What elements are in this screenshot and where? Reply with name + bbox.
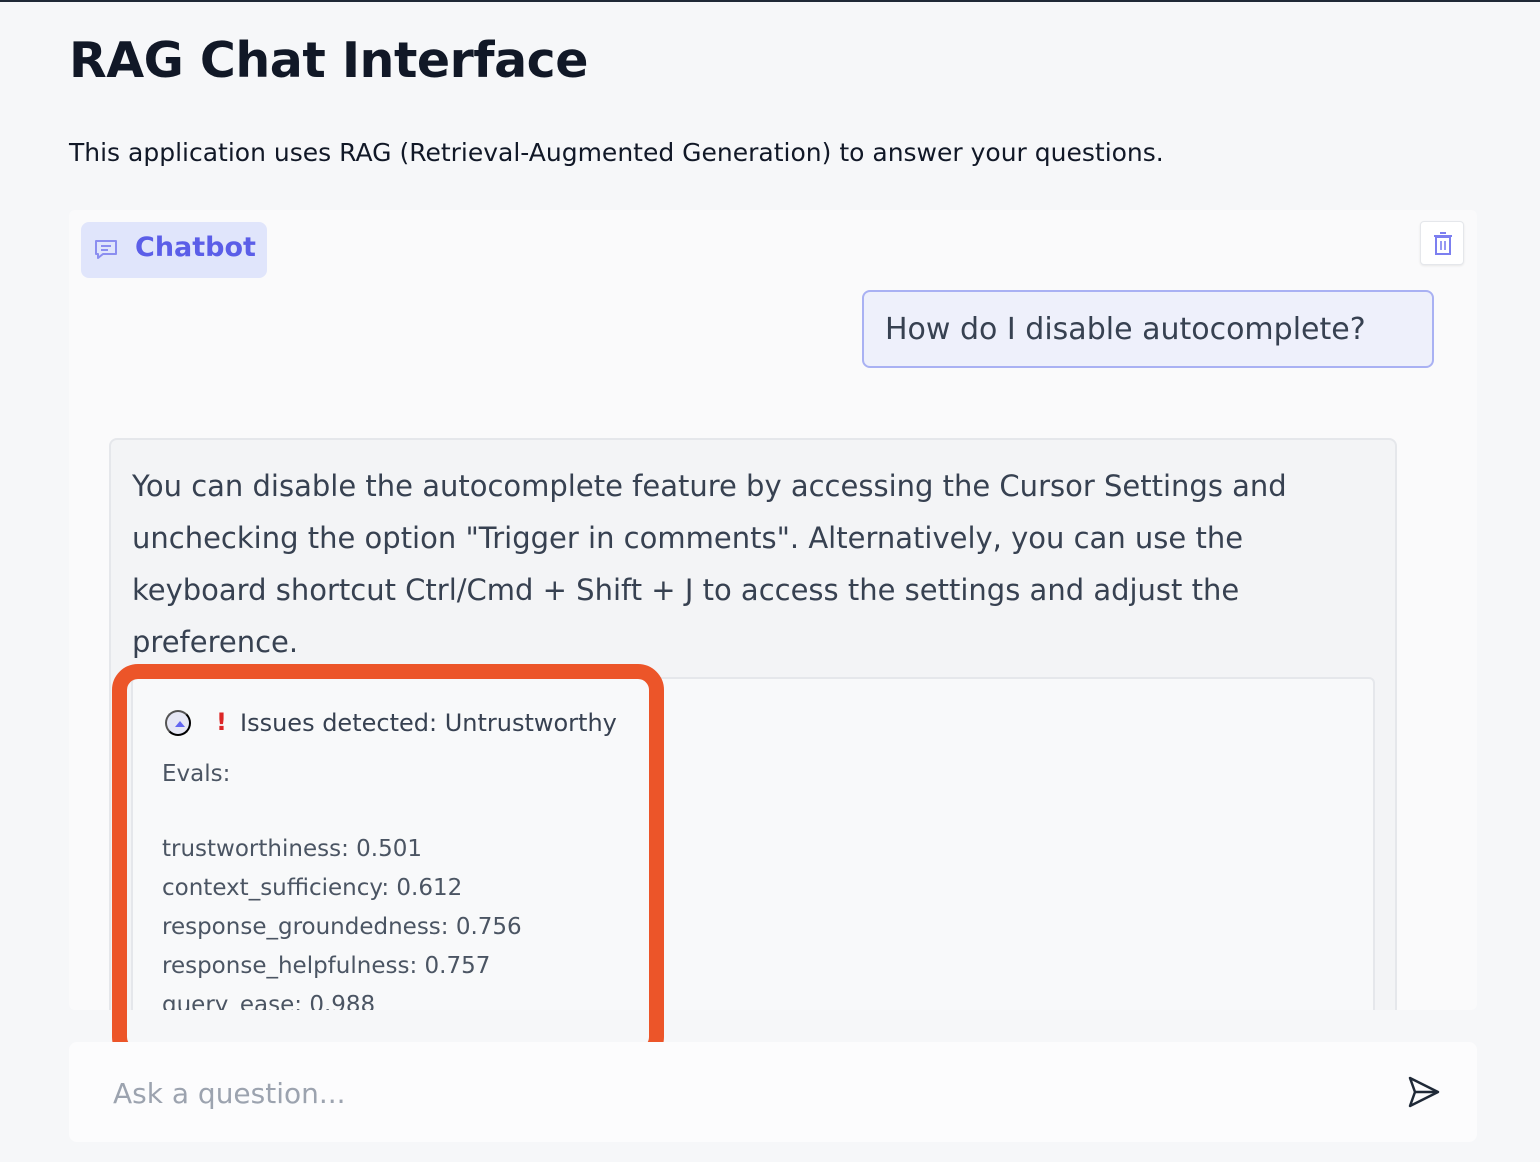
- bot-message: You can disable the autocomplete feature…: [109, 438, 1397, 1010]
- page-title: RAG Chat Interface: [69, 32, 588, 89]
- eval-metric: context_sufficiency: 0.612: [162, 875, 463, 901]
- eval-metrics-list: trustworthiness: 0.501 context_sufficien…: [162, 830, 522, 1010]
- warning-icon: !: [216, 708, 227, 736]
- chat-panel: Chatbot How do I disable autocomplete? Y…: [69, 210, 1477, 1010]
- eval-metric: response_helpfulness: 0.757: [162, 953, 491, 979]
- clear-chat-button[interactable]: [1420, 221, 1464, 265]
- input-bar: [69, 1042, 1477, 1142]
- issues-status: Issues detected: Untrustworthy: [240, 709, 617, 737]
- page-description: This application uses RAG (Retrieval-Aug…: [69, 138, 1164, 167]
- collapse-evals-button[interactable]: [165, 710, 191, 736]
- send-button[interactable]: [1399, 1070, 1449, 1116]
- question-input[interactable]: [113, 1072, 1313, 1114]
- chat-bubble-icon: [93, 237, 119, 263]
- chatbot-label: Chatbot: [135, 232, 256, 263]
- eval-metric: query_ease: 0.988: [162, 992, 376, 1010]
- evals-heading: Evals:: [162, 761, 231, 787]
- user-message: How do I disable autocomplete?: [862, 290, 1434, 368]
- window-top-border: [0, 0, 1540, 2]
- chatbot-label-badge: Chatbot: [81, 222, 267, 278]
- eval-metric: trustworthiness: 0.501: [162, 836, 422, 862]
- evaluation-card: ! Issues detected: Untrustworthy Evals: …: [131, 677, 1375, 1010]
- bot-message-text: You can disable the autocomplete feature…: [132, 469, 1287, 659]
- send-icon: [1407, 1076, 1441, 1112]
- eval-metric: response_groundedness: 0.756: [162, 914, 522, 940]
